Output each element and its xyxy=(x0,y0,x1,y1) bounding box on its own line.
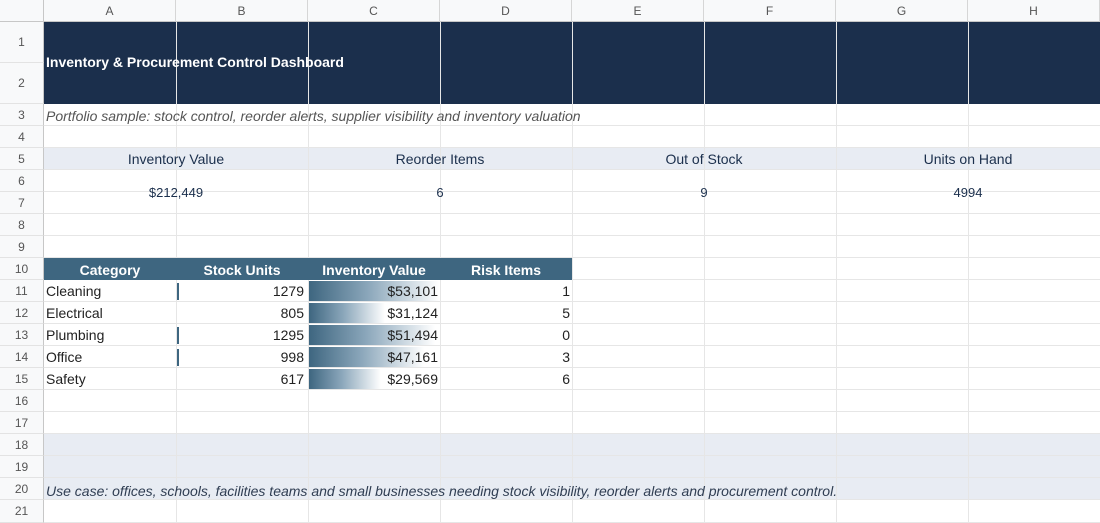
column-header-d[interactable]: D xyxy=(440,0,572,22)
header-category[interactable]: Category xyxy=(44,260,176,282)
sheet-corner[interactable] xyxy=(0,0,44,22)
row-gridline xyxy=(44,125,1100,126)
row-header-11[interactable]: 11 xyxy=(0,280,44,302)
header-risk-items[interactable]: Risk Items xyxy=(440,260,572,282)
row-header-15[interactable]: 15 xyxy=(0,368,44,390)
row-header-10[interactable]: 10 xyxy=(0,258,44,280)
row-header-3[interactable]: 3 xyxy=(0,104,44,126)
inventory-value-cell[interactable]: $53,101 xyxy=(308,280,440,302)
dashboard-subtitle[interactable]: Portfolio sample: stock control, reorder… xyxy=(46,108,581,124)
category-cell[interactable]: Plumbing xyxy=(46,324,174,346)
stock-units-cell[interactable]: 1295 xyxy=(176,324,306,346)
header-stock-units[interactable]: Stock Units xyxy=(176,260,308,282)
kpi-inventory-value[interactable]: $212,449 xyxy=(44,185,308,200)
dashboard-title[interactable]: Inventory & Procurement Control Dashboar… xyxy=(46,54,344,70)
row-gridline xyxy=(44,235,1100,236)
header-inventory-value[interactable]: Inventory Value xyxy=(308,260,440,282)
inventory-value-cell[interactable]: $51,494 xyxy=(308,324,440,346)
category-cell[interactable]: Office xyxy=(46,346,174,368)
kpi-reorder-items[interactable]: 6 xyxy=(308,185,572,200)
risk-items-cell[interactable]: 3 xyxy=(440,346,572,368)
kpi-units-on-hand[interactable]: 4994 xyxy=(836,185,1100,200)
row-gridline xyxy=(44,499,1100,500)
stock-units-cell[interactable]: 617 xyxy=(176,368,306,390)
category-cell[interactable]: Safety xyxy=(46,368,174,390)
row-header-20[interactable]: 20 xyxy=(0,478,44,500)
kpi-out-of-stock-label[interactable]: Out of Stock xyxy=(572,151,836,167)
column-header-b[interactable]: B xyxy=(176,0,308,22)
column-header-f[interactable]: F xyxy=(704,0,836,22)
category-cell[interactable]: Cleaning xyxy=(46,280,174,302)
column-gridline xyxy=(968,22,969,523)
row-header-6[interactable]: 6 xyxy=(0,170,44,192)
kpi-out-of-stock[interactable]: 9 xyxy=(572,185,836,200)
row-header-12[interactable]: 12 xyxy=(0,302,44,324)
row-gridline xyxy=(44,477,1100,478)
row-header-18[interactable]: 18 xyxy=(0,434,44,456)
kpi-reorder-items-label[interactable]: Reorder Items xyxy=(308,151,572,167)
column-header-c[interactable]: C xyxy=(308,0,440,22)
category-cell[interactable]: Electrical xyxy=(46,302,174,324)
risk-items-cell[interactable]: 6 xyxy=(440,368,572,390)
row-gridline xyxy=(44,433,1100,434)
column-gridline xyxy=(572,22,573,523)
row-header-21[interactable]: 21 xyxy=(0,500,44,523)
row-header-5[interactable]: 5 xyxy=(0,148,44,170)
use-case-note[interactable]: Use case: offices, schools, facilities t… xyxy=(46,483,837,499)
kpi-inventory-value-label[interactable]: Inventory Value xyxy=(44,151,308,167)
row-header-16[interactable]: 16 xyxy=(0,390,44,412)
kpi-units-on-hand-label[interactable]: Units on Hand xyxy=(836,151,1100,167)
row-gridline xyxy=(44,213,1100,214)
column-gridline xyxy=(836,22,837,523)
column-header-g[interactable]: G xyxy=(836,0,968,22)
column-header-h[interactable]: H xyxy=(968,0,1100,22)
column-gridline xyxy=(704,22,705,523)
row-header-9[interactable]: 9 xyxy=(0,236,44,258)
stock-units-cell[interactable]: 805 xyxy=(176,302,306,324)
row-gridline xyxy=(44,411,1100,412)
row-gridline xyxy=(44,169,1100,170)
stock-units-cell[interactable]: 998 xyxy=(176,346,306,368)
inventory-value-cell[interactable]: $31,124 xyxy=(308,302,440,324)
row-header-4[interactable]: 4 xyxy=(0,126,44,148)
row-gridline xyxy=(44,147,1100,148)
row-header-17[interactable]: 17 xyxy=(0,412,44,434)
row-header-19[interactable]: 19 xyxy=(0,456,44,478)
row-header-13[interactable]: 13 xyxy=(0,324,44,346)
risk-items-cell[interactable]: 0 xyxy=(440,324,572,346)
column-header-a[interactable]: A xyxy=(44,0,176,22)
risk-items-cell[interactable]: 1 xyxy=(440,280,572,302)
stock-units-cell[interactable]: 1279 xyxy=(176,280,306,302)
column-header-e[interactable]: E xyxy=(572,0,704,22)
row-header-1[interactable]: 1 xyxy=(0,22,44,63)
risk-items-cell[interactable]: 5 xyxy=(440,302,572,324)
row-header-7[interactable]: 7 xyxy=(0,192,44,214)
row-header-8[interactable]: 8 xyxy=(0,214,44,236)
inventory-value-cell[interactable]: $47,161 xyxy=(308,346,440,368)
row-gridline xyxy=(44,455,1100,456)
inventory-value-cell[interactable]: $29,569 xyxy=(308,368,440,390)
row-header-2[interactable]: 2 xyxy=(0,63,44,104)
row-header-14[interactable]: 14 xyxy=(0,346,44,368)
